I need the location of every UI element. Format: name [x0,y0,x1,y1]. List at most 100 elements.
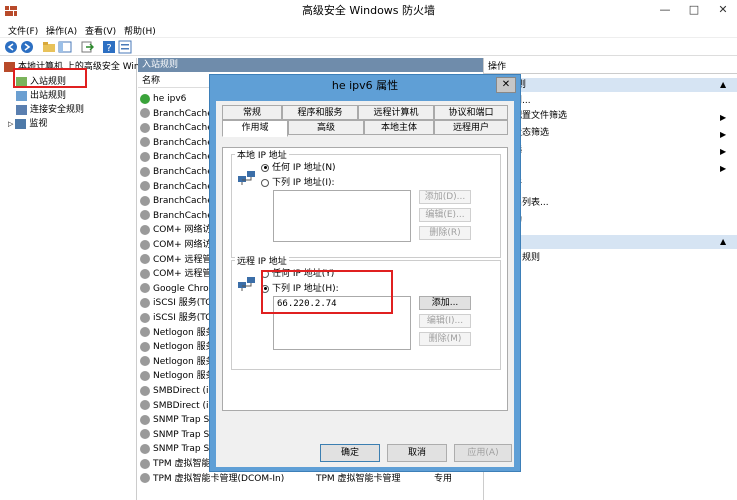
toolbar: ? [0,38,737,56]
menu-action[interactable]: 操作(A) [46,24,77,37]
table-row[interactable]: Netlogon 服务 [140,355,215,370]
table-row[interactable]: SNMP Trap S [140,428,209,443]
table-row[interactable]: iSCSI 服务(TCP [140,311,217,326]
table-row[interactable]: BranchCache [140,121,213,136]
dialog-close-button[interactable]: ✕ [496,77,516,93]
apply-button[interactable]: 应用(A) [454,444,512,462]
rule-name: SMBDirect (iW [153,400,218,411]
rule-icon [140,181,150,192]
network-computers-icon [238,277,255,291]
radio-unselected [261,178,269,187]
remote-edit-button[interactable]: 编辑(I)... [419,314,471,328]
navigation-tree: 本地计算机 上的高级安全 Win 入站规则 出站规则 连接安全规则 ▷ 监视 [0,58,140,500]
collapse-arrow-icon[interactable]: ▲ [720,78,726,92]
table-row[interactable]: TPM 虚拟智能卡管理(DCOM-In) [140,472,284,487]
menu-file[interactable]: 文件(F) [8,24,38,37]
window-title: 高级安全 Windows 防火墙 [301,4,436,17]
local-any-ip-radio[interactable]: 任何 IP 地址(N) [261,160,336,173]
table-row[interactable]: BranchCache [140,107,213,122]
table-row[interactable]: BranchCache [140,136,213,151]
submenu-arrow-icon: ▶ [720,113,727,122]
table-row[interactable]: COM+ 远程管 [140,267,212,282]
tab-scope[interactable]: 作用域 [222,120,288,137]
tree-item-connection-security[interactable]: 连接安全规则 [16,103,84,117]
rule-name: COM+ 远程管 [153,269,212,280]
rule-icon [140,370,150,381]
rule-icon [140,341,150,352]
menu-view[interactable]: 查看(V) [85,24,116,37]
table-row[interactable]: SNMP Trap S [140,413,209,428]
rule-icon [140,429,150,440]
tree-item-monitor[interactable]: ▷ 监视 [8,117,47,131]
table-row[interactable]: Netlogon 服务 [140,326,215,341]
local-list-ip-radio[interactable]: 下列 IP 地址(I): [261,175,335,188]
table-row[interactable]: SMBDirect (iW [140,399,217,414]
tab-remote-computers[interactable]: 远程计算机 [358,105,434,120]
network-computers-icon [238,171,255,185]
rule-name: Netlogon 服务 [153,327,215,338]
rule-name: BranchCache [153,167,213,177]
tree-item-outbound-rules[interactable]: 出站规则 [16,89,66,103]
ok-button[interactable]: 确定 [320,444,380,462]
table-row[interactable]: BranchCache [140,165,213,180]
rule-name: BranchCache [153,123,213,134]
local-edit-button[interactable]: 编辑(E)... [419,208,471,222]
rule-icon [140,297,150,308]
table-row[interactable]: BranchCache [140,150,213,165]
table-row[interactable]: SMBDirect (iW [140,384,217,399]
table-row[interactable]: Netlogon 服务 [140,369,215,384]
table-row[interactable]: he ipv6 [140,92,186,107]
folder-up-icon[interactable] [42,40,56,54]
table-row[interactable]: COM+ 远程管 [140,253,212,268]
enabled-check-icon [140,93,150,104]
table-row[interactable]: BranchCache [140,194,213,209]
close-button[interactable]: ✕ [709,0,737,20]
rule-name: SNMP Trap S [153,429,210,440]
table-row[interactable]: iSCSI 服务(TCP [140,296,217,311]
menu-help[interactable]: 帮助(H) [124,24,156,37]
rule-name: BranchCache [153,196,213,207]
local-ip-list[interactable] [273,190,411,242]
rule-name: Google Chron [153,283,215,294]
tab-remote-users[interactable]: 远程用户 [434,120,508,135]
rule-name: BranchCache [153,152,213,163]
table-row[interactable]: Google Chron [140,282,214,297]
table-row[interactable]: COM+ 网络访 [140,223,212,238]
tab-general[interactable]: 常规 [222,105,282,120]
monitor-icon [15,118,27,129]
rule-icon [140,195,150,206]
actions-section-rules[interactable]: 规则 ▲ [484,78,737,92]
properties-icon[interactable] [118,40,132,54]
table-row[interactable]: BranchCache [140,180,213,195]
rule-name: COM+ 网络访 [153,240,212,250]
collapse-arrow-icon[interactable]: ▲ [720,235,726,249]
help-icon[interactable]: ? [102,40,116,54]
table-row[interactable]: COM+ 网络访 [140,238,212,253]
rule-icon [140,268,150,279]
tab-programs-services[interactable]: 程序和服务 [282,105,358,120]
maximize-button[interactable]: □ [680,0,708,20]
remote-add-button[interactable]: 添加... [419,296,471,310]
local-remove-button[interactable]: 删除(R) [419,226,471,240]
rule-name: iSCSI 服务(TCP [153,298,217,309]
table-row[interactable]: SNMP Trap S [140,442,209,457]
rule-icon [140,283,150,294]
tab-local-principals[interactable]: 本地主体 [364,120,434,135]
show-tree-icon[interactable] [58,40,72,54]
rule-name: SNMP Trap S [153,415,210,426]
expand-arrow-icon[interactable]: ▷ [8,120,13,128]
tab-protocols-ports[interactable]: 协议和端口 [434,105,508,120]
local-add-button[interactable]: 添加(D)... [419,190,471,204]
actions-panel: 操作 规则 ▲ 规则... 按配置文件筛选 ▶ 按状态筛选 ▶ 筛选 ▶ ▶ 刷… [483,58,737,500]
table-row[interactable]: BranchCache [140,209,213,224]
remote-remove-button[interactable]: 删除(M) [419,332,471,346]
tab-advanced[interactable]: 高级 [288,120,364,135]
rule-icon [140,385,150,396]
back-icon[interactable] [4,40,18,54]
export-icon[interactable] [80,40,94,54]
cancel-button[interactable]: 取消 [387,444,447,462]
table-row[interactable]: Netlogon 服务 [140,340,215,355]
minimize-button[interactable]: — [651,0,679,20]
actions-section-rule[interactable]: v6 ▲ [484,235,737,249]
forward-icon[interactable] [20,40,34,54]
